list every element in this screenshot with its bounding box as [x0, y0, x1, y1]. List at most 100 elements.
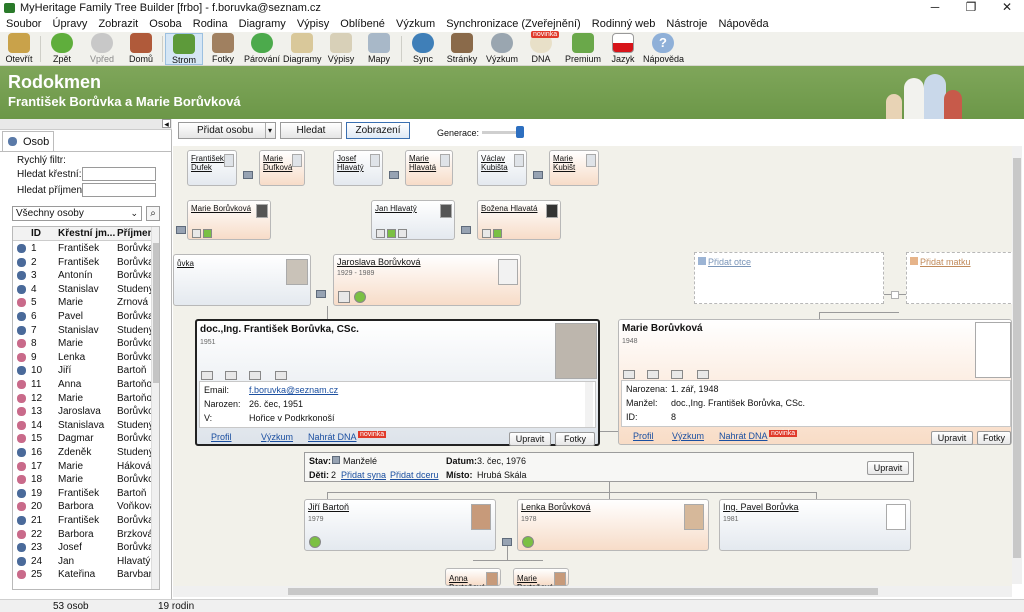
last-name-input[interactable] — [82, 183, 156, 197]
person-card[interactable]: Marie Dufková — [259, 150, 305, 186]
mapy-button[interactable]: Mapy — [361, 33, 397, 65]
table-row[interactable]: 13 Jaroslava Borůvkov — [13, 405, 159, 419]
email-link[interactable]: f.boruvka@seznam.cz — [249, 385, 338, 395]
person-card[interactable]: Jaroslava Borůvková 1929 - 1989 — [333, 254, 521, 306]
stranky-button[interactable]: Stránky — [443, 33, 481, 65]
table-row[interactable]: 5 Marie Zrnová — [13, 296, 153, 310]
marriage-connector[interactable] — [243, 171, 253, 179]
person-card[interactable]: Marie Bartoňová — [513, 568, 569, 592]
spouse-card[interactable]: Marie Borůvková 1948 Narozena: 1. zář, 1… — [618, 319, 1012, 445]
table-row[interactable]: 3 Antonín Borůvka — [13, 269, 154, 283]
menu-upravy[interactable]: Úpravy — [53, 16, 88, 32]
menu-rodina[interactable]: Rodina — [193, 16, 228, 32]
table-row[interactable]: 6 Pavel Borůvka — [13, 310, 154, 324]
marriage-connector[interactable] — [461, 226, 471, 234]
collapse-panel-icon[interactable]: ◂ — [162, 119, 171, 129]
tab-osob[interactable]: Osob — [2, 131, 54, 151]
vyzkum-button[interactable]: Výzkum — [483, 33, 521, 65]
marriage-connector[interactable] — [533, 171, 543, 179]
parovani-button[interactable]: Párování — [243, 33, 281, 65]
person-card[interactable]: Josef Hlavatý — [333, 150, 383, 186]
diagramy-button[interactable]: Diagramy — [283, 33, 322, 65]
menu-vyzkum[interactable]: Výzkum — [396, 16, 435, 32]
domu-button[interactable]: Domů — [122, 33, 160, 65]
edit-button[interactable]: Upravit — [509, 432, 551, 446]
scrollbar-thumb[interactable] — [153, 243, 159, 383]
main-person-name[interactable]: doc.,Ing. František Borůvka, CSc. — [200, 324, 359, 335]
close-button[interactable]: ✕ — [990, 0, 1024, 16]
add-daughter-link[interactable]: Přidat dceru — [390, 470, 439, 480]
research-link[interactable]: Výzkum — [261, 432, 293, 442]
scrollbar-thumb[interactable] — [288, 588, 878, 595]
menu-rodinny-web[interactable]: Rodinný web — [592, 16, 656, 32]
person-card[interactable]: Lenka Borůvková 1978 — [517, 499, 709, 551]
marriage-connector[interactable] — [316, 290, 326, 298]
table-row[interactable]: 18 Marie Borůvkov — [13, 473, 159, 487]
generations-slider-thumb[interactable] — [516, 126, 524, 138]
maximize-button[interactable]: ❐ — [954, 0, 988, 16]
upload-dna-link[interactable]: Nahrát DNA — [308, 432, 357, 442]
table-row[interactable]: 2 František Borůvka — [13, 256, 154, 270]
display-button[interactable]: Zobrazení — [346, 122, 410, 139]
dropdown-arrow-icon[interactable]: ▾ — [265, 123, 272, 138]
person-card[interactable]: Ing. Pavel Borůvka 1981 — [719, 499, 911, 551]
person-card[interactable]: Božena Hlavatá — [477, 200, 561, 240]
marriage-connector[interactable] — [389, 171, 399, 179]
jazyk-button[interactable]: Jazyk — [605, 33, 641, 65]
premium-button[interactable]: Premium — [563, 33, 603, 65]
table-row[interactable]: 24 Jan Hlavatý — [13, 555, 153, 569]
vpred-button[interactable]: Vpřed — [84, 33, 120, 65]
vypisy-button[interactable]: Výpisy — [323, 33, 359, 65]
table-row[interactable]: 23 Josef Borůvka — [13, 541, 154, 555]
search-button[interactable]: Hledat — [280, 122, 342, 139]
person-filter-select[interactable]: Všechny osoby ⌄ — [12, 206, 142, 221]
menu-napoveda[interactable]: Nápověda — [718, 16, 768, 32]
table-row[interactable]: 20 Barbora Voňková — [13, 500, 155, 514]
table-row[interactable]: 9 Lenka Borůvkov — [13, 351, 159, 365]
spouse-name[interactable]: Marie Borůvková — [622, 323, 703, 334]
col-id[interactable]: ID — [31, 228, 41, 239]
menu-osoba[interactable]: Osoba — [149, 16, 181, 32]
zpet-button[interactable]: Zpět — [44, 33, 80, 65]
canvas-vertical-scrollbar[interactable] — [1012, 146, 1022, 584]
table-row[interactable]: 22 Barbora Brzková — [13, 528, 153, 542]
person-card[interactable]: Jiří Bartoň 1979 — [304, 499, 496, 551]
person-card[interactable]: František Dufek — [187, 150, 237, 186]
person-card[interactable]: Marie Kubišt — [549, 150, 599, 186]
detail-scrollbar[interactable] — [585, 382, 593, 427]
table-row[interactable]: 1 František Borůvka — [13, 242, 154, 256]
person-card[interactable]: Anna Bartoňová — [445, 568, 501, 592]
add-person-button[interactable]: Přidat osobu ▾ — [178, 122, 276, 139]
table-row[interactable]: 4 Stanislav Studený — [13, 283, 154, 297]
first-name-input[interactable] — [82, 167, 156, 181]
minimize-button[interactable]: ─ — [918, 0, 952, 16]
menu-soubor[interactable]: Soubor — [6, 16, 41, 32]
edit-button[interactable]: Upravit — [931, 431, 973, 445]
person-card[interactable]: Jan Hlavatý — [371, 200, 455, 240]
otevrit-button[interactable]: Otevřít — [2, 33, 36, 65]
strom-button[interactable]: Strom — [165, 33, 203, 65]
canvas-horizontal-scrollbar[interactable] — [173, 586, 1012, 597]
fotky-button[interactable]: Fotky — [205, 33, 241, 65]
photos-button[interactable]: Fotky — [977, 431, 1011, 445]
search-icon[interactable]: ⌕ — [146, 206, 160, 221]
upload-dna-link[interactable]: Nahrát DNA — [719, 431, 768, 441]
add-mother-placeholder[interactable]: Přidat matku — [906, 252, 1016, 304]
table-row[interactable]: 8 Marie Borůvkov — [13, 337, 159, 351]
add-father-placeholder[interactable]: Přidat otce — [694, 252, 884, 304]
table-row[interactable]: 15 Dagmar Borůvkov — [13, 432, 159, 446]
person-card[interactable]: Marie Hlavatá — [405, 150, 453, 186]
napoveda-button[interactable]: ? Nápověda — [643, 33, 684, 65]
marriage-connector[interactable] — [176, 226, 186, 234]
table-row[interactable]: 11 Anna Bartoňov — [13, 378, 157, 392]
add-son-link[interactable]: Přidat syna — [341, 470, 386, 480]
table-row[interactable]: 17 Marie Háková — [13, 460, 153, 474]
person-card[interactable]: Václav Kubišta — [477, 150, 527, 186]
table-row[interactable]: 19 František Bartoň — [13, 487, 153, 501]
menu-nastroje[interactable]: Nástroje — [666, 16, 707, 32]
table-row[interactable]: 16 Zdeněk Studený — [13, 446, 154, 460]
table-row[interactable]: 7 Stanislav Studený — [13, 324, 154, 338]
family-edit-button[interactable]: Upravit — [867, 461, 909, 475]
dna-button[interactable]: novinka DNA — [523, 31, 560, 65]
main-person-card[interactable]: doc.,Ing. František Borůvka, CSc. 1951 E… — [195, 319, 600, 446]
